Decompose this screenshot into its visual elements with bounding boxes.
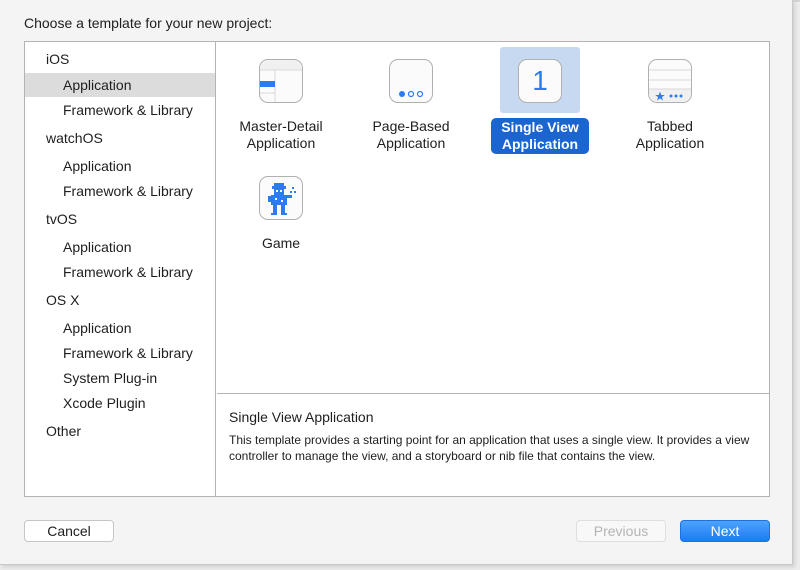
single-view-icon: 1 <box>518 59 562 103</box>
sidebar-item-tvos-application[interactable]: Application <box>25 235 215 259</box>
template-game[interactable]: Game <box>216 159 346 274</box>
template-grid: Master-Detail Application Page-Based App… <box>217 42 769 394</box>
tabbed-icon <box>648 59 692 103</box>
template-description: Single View Application This template pr… <box>217 395 769 496</box>
master-detail-icon <box>259 59 303 103</box>
platform-sidebar: iOS Application Framework & Library watc… <box>25 42 216 496</box>
dialog-prompt: Choose a template for your new project: <box>24 15 273 31</box>
template-label-line1: Tabbed <box>647 118 693 134</box>
sidebar-item-osx-application[interactable]: Application <box>25 316 215 340</box>
previous-button[interactable]: Previous <box>576 520 666 542</box>
template-single-view[interactable]: 1 Single View Application <box>475 42 605 157</box>
cancel-button[interactable]: Cancel <box>24 520 114 542</box>
template-label-line1: Page-Based <box>372 118 450 134</box>
sidebar-item-watchos-framework[interactable]: Framework & Library <box>25 179 215 203</box>
template-label-line2: Application <box>635 135 705 151</box>
sidebar-item-watchos-application[interactable]: Application <box>25 154 215 178</box>
sidebar-item-ios[interactable]: iOS <box>25 47 215 71</box>
page-based-icon <box>389 59 433 103</box>
sidebar-item-watchos[interactable]: watchOS <box>25 126 215 150</box>
next-button[interactable]: Next <box>680 520 770 542</box>
template-tabbed[interactable]: Tabbed Application <box>605 42 735 157</box>
template-chooser-panel: iOS Application Framework & Library watc… <box>24 41 770 497</box>
template-label-line2: Application <box>246 135 316 151</box>
single-view-icon-number: 1 <box>532 65 548 96</box>
sidebar-item-ios-framework[interactable]: Framework & Library <box>25 98 215 122</box>
template-label-line1: Master-Detail <box>239 118 323 134</box>
sidebar-item-osx-system-plugin[interactable]: System Plug-in <box>25 366 215 390</box>
sidebar-item-osx-framework[interactable]: Framework & Library <box>25 341 215 365</box>
sidebar-item-other[interactable]: Other <box>25 419 215 443</box>
selection-highlight: 1 <box>500 47 580 113</box>
template-label-line2: Application <box>376 135 446 151</box>
description-body: This template provides a starting point … <box>229 433 750 463</box>
sidebar-item-tvos-framework[interactable]: Framework & Library <box>25 260 215 284</box>
description-title: Single View Application <box>229 409 374 425</box>
new-project-sheet: Choose a template for your new project: … <box>0 0 793 565</box>
template-label-line1: Game <box>261 235 301 251</box>
sidebar-item-ios-application[interactable]: Application <box>25 73 215 97</box>
sidebar-item-osx[interactable]: OS X <box>25 288 215 312</box>
template-master-detail[interactable]: Master-Detail Application <box>216 42 346 157</box>
sidebar-item-osx-xcode-plugin[interactable]: Xcode Plugin <box>25 391 215 415</box>
game-icon <box>259 176 303 220</box>
sidebar-item-tvos[interactable]: tvOS <box>25 207 215 231</box>
template-page-based[interactable]: Page-Based Application <box>346 42 476 157</box>
template-label-selected: Single View Application <box>491 118 589 154</box>
